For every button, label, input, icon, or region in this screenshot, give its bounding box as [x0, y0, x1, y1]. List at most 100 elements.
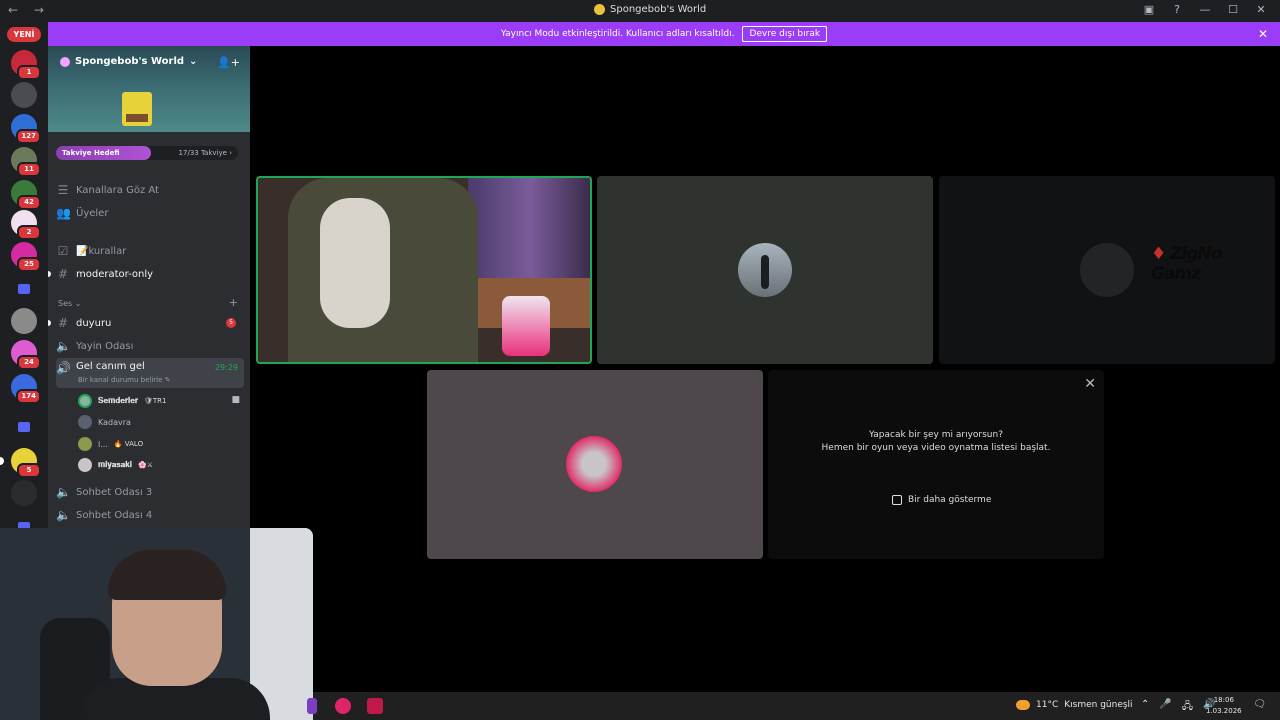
voice-channel-3[interactable]: 🔈 Sohbet Odası 3	[56, 482, 244, 502]
speaker-icon: 🔊	[56, 361, 71, 375]
chevron-right-icon: ›	[229, 149, 232, 157]
server-badge: 11	[17, 162, 41, 177]
clock[interactable]: 18:06 1.03.2026	[1206, 695, 1242, 717]
server-icon-11[interactable]	[11, 480, 37, 506]
boost-goal-bar[interactable]: Takviye Hedefi 17/33 Takviye ›	[56, 146, 238, 160]
server-badge: 24	[17, 355, 41, 370]
voice-user-tag: 🛡TR1	[144, 397, 167, 405]
server-banner-image	[122, 92, 152, 126]
checkbox-label: Bir daha gösterme	[908, 495, 992, 505]
server-name[interactable]: Spongebob's World ⌄	[60, 56, 197, 67]
members-link[interactable]: 👥 Üyeler	[56, 203, 244, 223]
nav-arrows[interactable]: ← →	[8, 3, 50, 17]
voice-user[interactable]: Kadavra	[78, 413, 131, 431]
server-boost-icon	[60, 56, 70, 67]
unread-indicator	[48, 271, 51, 277]
checkbox[interactable]	[892, 495, 902, 505]
taskbar-app-icon[interactable]	[307, 698, 317, 714]
video-tile-user[interactable]	[597, 176, 933, 364]
activity-title: Yapacak bir şey mi arıyorsun?	[869, 430, 1003, 440]
video-background	[468, 178, 590, 288]
voice-channel-active[interactable]: 🔊 Gel canım gel 29:29 Bir kanal durumu b…	[56, 358, 244, 388]
streamer-mode-banner: Yayıncı Modu etkinleştirildi. Kullanıcı …	[48, 22, 1280, 46]
folder-icon[interactable]	[18, 284, 30, 294]
video-tile-user[interactable]: ♦ ZigNo Gamz	[939, 176, 1275, 364]
voice-user-name: 𝐒𝐞𝐦𝐝𝐞𝐫𝐥𝐞𝐫	[98, 396, 138, 405]
server-icon-spongebob[interactable]: 5	[0, 448, 41, 478]
tray-chevron-icon[interactable]: ⌃	[1141, 699, 1149, 716]
channel-moderator-only[interactable]: # moderator-only	[48, 264, 244, 284]
server-header[interactable]: Spongebob's World ⌄ 👤+	[48, 46, 250, 132]
unread-indicator	[48, 320, 51, 326]
server-icon-4[interactable]: 11	[11, 147, 41, 177]
server-icon	[594, 4, 605, 15]
maximize-button[interactable]: ☐	[1226, 3, 1240, 16]
voice-user[interactable]: 𝐦𝐢𝐲𝐚𝐬𝐚𝐤𝐢 🌸⚔	[78, 456, 153, 474]
channel-rules-label: 📝kurallar	[76, 245, 127, 257]
banner-close-icon[interactable]: ✕	[1258, 27, 1268, 41]
voice-status[interactable]: Bir kanal durumu belirle ✎	[78, 376, 171, 384]
voice-section-header[interactable]: Ses ⌄	[58, 299, 81, 308]
speaker-locked-icon: 🔈	[56, 339, 71, 353]
voice-channel-yayin[interactable]: 🔈 Yayin Odası	[56, 336, 244, 356]
voice-channel-4[interactable]: 🔈 Sohbet Odası 4	[56, 505, 244, 525]
help-icon[interactable]: ?	[1170, 3, 1184, 16]
server-icon-6[interactable]: 2	[11, 210, 41, 240]
weather-temp: 11°C	[1036, 700, 1059, 710]
add-channel-icon[interactable]: +	[229, 296, 238, 309]
disable-streamer-mode-button[interactable]: Devre dışı bırak	[742, 26, 828, 42]
flame-icon: ♦	[1151, 244, 1166, 264]
video-tile-user[interactable]	[427, 370, 763, 559]
window-controls: ▣ ? — ☐ ✕	[1142, 3, 1268, 16]
server-icon-3[interactable]: 127	[11, 114, 41, 144]
weather-widget[interactable]: 11°C Kısmen güneşli	[1016, 700, 1133, 710]
voice-active-label: Gel canım gel	[76, 361, 145, 372]
channel-rules[interactable]: ☑ 📝kurallar	[56, 241, 244, 261]
server-icon-10[interactable]: 174	[11, 374, 41, 404]
taskbar: 11°C Kısmen güneşli ⌃ 🎤 🖧 🔊 18:06 1.03.2…	[307, 692, 1280, 720]
voice-user[interactable]: 𝐒𝐞𝐦𝐝𝐞𝐫𝐥𝐞𝐫 🛡TR1	[78, 392, 166, 410]
voice-yayin-label: Yayin Odası	[76, 340, 134, 352]
server-icon-8[interactable]	[11, 308, 37, 334]
server-icon-2[interactable]	[11, 82, 37, 108]
new-pill[interactable]: YENİ	[7, 27, 41, 42]
browse-channels-label: Kanallara Göz At	[76, 184, 159, 196]
server-icon-1[interactable]: 1	[11, 50, 41, 80]
invite-icon[interactable]: 👤+	[217, 56, 240, 69]
voice-timer: 29:29	[214, 363, 238, 372]
avatar	[78, 437, 92, 451]
speaker-icon: 🔈	[56, 508, 71, 522]
video-tile-camera[interactable]	[256, 176, 592, 364]
watermark-logo: ♦ ZigNo Gamz	[1151, 244, 1275, 284]
close-icon[interactable]: ✕	[1084, 376, 1096, 392]
taskbar-app-icon[interactable]	[335, 698, 351, 714]
server-badge: 2	[17, 225, 41, 240]
server-icon-9[interactable]: 24	[11, 340, 41, 370]
boost-goal-label: Takviye Hedefi	[62, 149, 120, 157]
voice-user-name: 𝐦𝐢𝐲𝐚𝐬𝐚𝐤𝐢	[98, 460, 133, 469]
close-window-button[interactable]: ✕	[1254, 3, 1268, 16]
voice-user[interactable]: l... 🔥 VALO	[78, 435, 143, 453]
minimize-button[interactable]: —	[1198, 3, 1212, 16]
rules-icon: ☑	[57, 244, 69, 258]
inbox-icon[interactable]: ▣	[1142, 3, 1156, 16]
server-name-text: Spongebob's World	[75, 56, 185, 67]
notification-icon[interactable]: 🗨	[1253, 699, 1266, 710]
server-icon-7[interactable]: 25	[11, 242, 41, 272]
boost-count: 17/33 Takviye ›	[179, 149, 232, 157]
folder-icon[interactable]	[18, 422, 30, 432]
channel-duyuru[interactable]: # duyuru 5	[48, 313, 244, 333]
browse-channels[interactable]: ☰ Kanallara Göz At	[56, 180, 244, 200]
video-cat	[320, 198, 390, 328]
avatar	[78, 458, 92, 472]
hash-icon: #	[57, 316, 69, 330]
avatar	[78, 394, 92, 408]
microphone-icon[interactable]: 🎤	[1159, 699, 1171, 716]
webcam-hair	[108, 550, 226, 600]
dont-show-again[interactable]: Bir daha gösterme	[892, 495, 991, 505]
taskbar-app-icon[interactable]	[367, 698, 383, 714]
server-icon-5[interactable]: 42	[11, 180, 41, 210]
hash-icon: #	[57, 267, 69, 281]
network-icon[interactable]: 🖧	[1182, 699, 1193, 716]
voice-user-name: Kadavra	[98, 417, 131, 427]
